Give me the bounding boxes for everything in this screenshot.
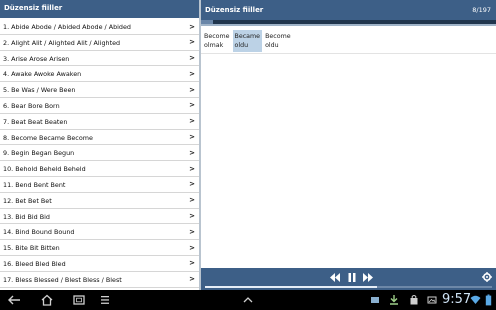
chevron-right-icon: > [189,38,195,47]
chevron-right-icon: > [189,243,195,252]
chevron-right-icon: > [189,101,195,110]
verb-form-meaning: oldu [265,42,279,49]
verb-list-item[interactable]: 2. Alight Alit / Alighted Alit / Alighte… [0,34,199,51]
verb-form-cell[interactable]: Became oldu [232,30,263,52]
pause-icon[interactable] [346,272,358,283]
verb-form-meaning: olmak [204,42,224,49]
fast-forward-icon[interactable] [362,272,374,283]
verb-list-item-label: 3. Arise Arose Arisen [3,54,70,63]
settings-icon[interactable] [482,272,492,282]
chevron-right-icon: > [189,148,195,157]
recent-apps-icon[interactable] [72,294,86,306]
verb-list-item[interactable]: 16. Bleed Bled Bled > [0,255,199,272]
verb-list-panel: Düzensiz fiiller 1. Abide Abode / Abided… [0,0,199,290]
verb-list-item-label: 15. Bite Bit Bitten [3,244,60,253]
verb-list: 1. Abide Abode / Abided Abode / Abided >2… [0,19,199,288]
verb-list-item-label: 11. Bend Bent Bent [3,180,66,189]
verb-list-item[interactable]: 13. Bid Bid Bid > [0,208,199,225]
header-separator [201,24,496,26]
verb-list-item[interactable]: 15. Bite Bit Bitten > [0,240,199,256]
item-counter: 8/197 [472,6,491,14]
verb-list-item-label: 13. Bid Bid Bid [3,212,50,221]
battery-icon [485,294,492,306]
system-navigation-bar: 9:57 [0,290,496,310]
notification-icon[interactable] [370,294,380,306]
audio-player-bar [201,268,496,290]
verb-form-cell[interactable]: Become oldu [263,30,293,52]
verb-list-item-label: 17. Bless Blessed / Blest Bless / Blest [3,275,122,284]
playback-progress-fill [205,286,378,288]
chevron-right-icon: > [189,133,195,142]
chevron-right-icon: > [189,275,195,284]
detail-title: Düzensiz fiiller [205,6,264,14]
verb-list-item-label: 14. Bind Bound Bound [3,228,75,237]
verb-list-item-label: 10. Behold Beheld Beheld [3,165,86,174]
chevron-right-icon: > [189,54,195,63]
chevron-right-icon: > [189,180,195,189]
verb-list-item[interactable]: 3. Arise Arose Arisen > [0,50,199,67]
clock[interactable]: 9:57 [442,292,471,307]
verb-form-meaning: oldu [234,42,249,49]
menu-icon[interactable] [100,294,110,306]
chevron-right-icon: > [189,85,195,94]
verb-form-word: Become [204,33,230,40]
chevron-right-icon: > [189,22,195,31]
detail-header: Düzensiz fiiller 8/197 [201,0,496,20]
home-icon[interactable] [40,294,54,306]
wifi-icon [470,295,481,304]
verb-list-item[interactable]: 7. Beat Beat Beaten > [0,113,199,130]
download-icon[interactable] [389,294,399,306]
verb-list-item[interactable]: 9. Begin Began Begun > [0,145,199,162]
verb-list-item[interactable]: 10. Behold Beheld Beheld > [0,161,199,177]
chevron-right-icon: > [189,227,195,236]
verb-form-word: Became [234,33,261,40]
verb-list-item-label: 5. Be Was / Were Been [3,86,76,95]
verb-list-item[interactable]: 17. Bless Blessed / Blest Bless / Blest > [0,271,199,288]
rewind-icon[interactable] [329,272,341,283]
verb-list-item[interactable]: 5. Be Was / Were Been > [0,82,199,98]
chevron-up-icon[interactable] [242,294,254,306]
list-title: Düzensiz fiiller [4,4,63,12]
chevron-right-icon: > [189,69,195,78]
chevron-right-icon: > [189,212,195,221]
verb-list-item[interactable]: 4. Awake Awoke Awaken > [0,66,199,83]
verb-list-item-label: 4. Awake Awoke Awaken [3,70,82,79]
chevron-right-icon: > [189,117,195,126]
chevron-right-icon: > [189,196,195,205]
shop-bag-icon[interactable] [409,294,419,306]
chevron-right-icon: > [189,259,195,268]
verb-list-item-label: 1. Abide Abode / Abided Abode / Abided [3,23,131,31]
verb-list-item-label: 6. Bear Bore Born [3,101,60,110]
chevron-right-icon: > [189,164,195,173]
verb-list-item-label: 16. Bleed Bled Bled [3,259,66,268]
back-icon[interactable] [8,294,22,306]
verb-list-item-label: 7. Beat Beat Beaten [3,117,68,126]
verb-list-item-label: 8. Become Became Become [3,133,93,142]
verb-list-item-label: 2. Alight Alit / Alighted Alit / Alighte… [3,38,121,47]
verb-form-word: Become [265,33,291,40]
verb-list-item[interactable]: 1. Abide Abode / Abided Abode / Abided > [0,19,199,35]
gallery-icon[interactable] [427,294,437,306]
verb-list-item[interactable]: 11. Bend Bent Bent > [0,176,199,193]
verb-list-item[interactable]: 14. Bind Bound Bound > [0,224,199,241]
forms-divider [201,53,496,54]
verb-form-cell[interactable]: Become olmak [202,30,232,52]
list-header: Düzensiz fiiller [0,0,199,18]
verb-list-item-label: 9. Begin Began Begun [3,149,75,158]
detail-panel: Düzensiz fiiller 8/197 Become olmak Became… [201,0,496,290]
playback-progress-bar[interactable] [205,286,492,288]
verb-list-item[interactable]: 8. Become Became Become > [0,129,199,146]
verb-list-item-label: 12. Bet Bet Bet [3,196,52,205]
verb-list-item[interactable]: 6. Bear Bore Born > [0,97,199,114]
verb-forms: Become olmak Became oldu Become oldu [202,30,294,52]
verb-list-item[interactable]: 12. Bet Bet Bet > [0,192,199,209]
